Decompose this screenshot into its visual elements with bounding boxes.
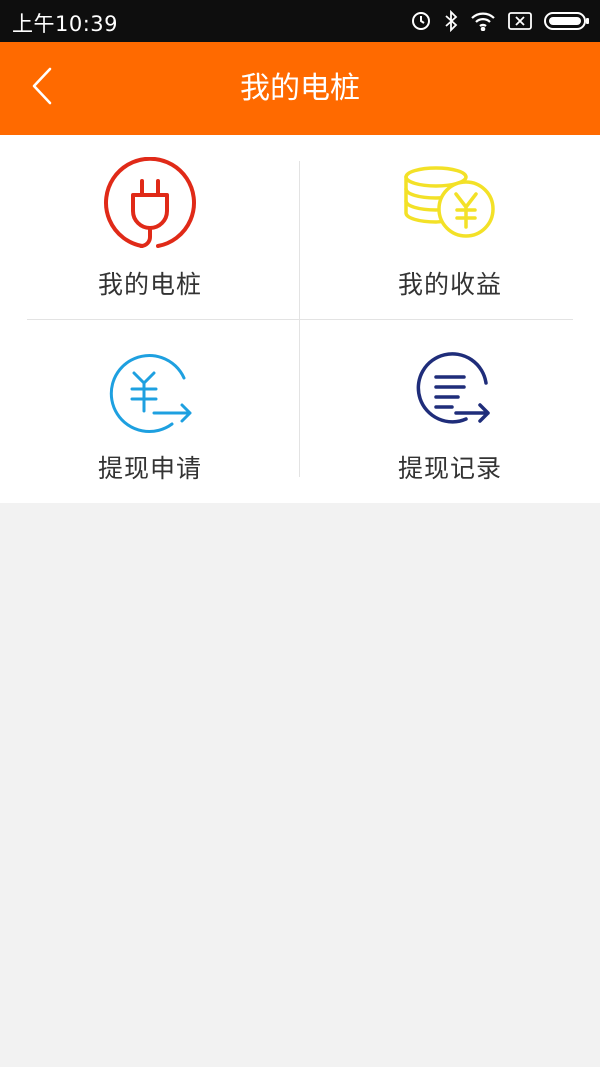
wifi-icon (470, 11, 496, 31)
withdraw-record-icon (402, 341, 498, 437)
grid-divider-horizontal (27, 319, 573, 320)
withdraw-apply-icon (102, 341, 198, 437)
menu-item-label: 提现申请 (97, 454, 202, 483)
bluetooth-icon (444, 10, 458, 32)
status-bar: 上午10:39 (0, 0, 600, 42)
page-title: 我的电桩 (240, 71, 360, 106)
menu-item-withdraw-records[interactable]: 提现记录 (300, 319, 600, 503)
menu-item-my-earnings[interactable]: 我的收益 (300, 135, 600, 319)
plug-icon (102, 156, 198, 253)
alarm-icon (410, 10, 432, 32)
status-icons (410, 0, 590, 42)
app-bar: 我的电桩 (0, 42, 600, 135)
menu-item-withdraw-apply[interactable]: 提现申请 (0, 319, 300, 503)
status-time: 上午10:39 (12, 12, 119, 36)
sim-off-icon (508, 11, 532, 31)
menu-item-label: 提现记录 (397, 454, 502, 483)
coins-icon (402, 157, 498, 253)
menu-item-my-chargers[interactable]: 我的电桩 (0, 135, 300, 319)
battery-icon (544, 11, 590, 31)
menu-item-label: 我的收益 (397, 270, 502, 299)
menu-grid: 我的电桩 我的收益 提现申请 提现记录 (0, 135, 600, 503)
menu-item-label: 我的电桩 (97, 270, 202, 299)
